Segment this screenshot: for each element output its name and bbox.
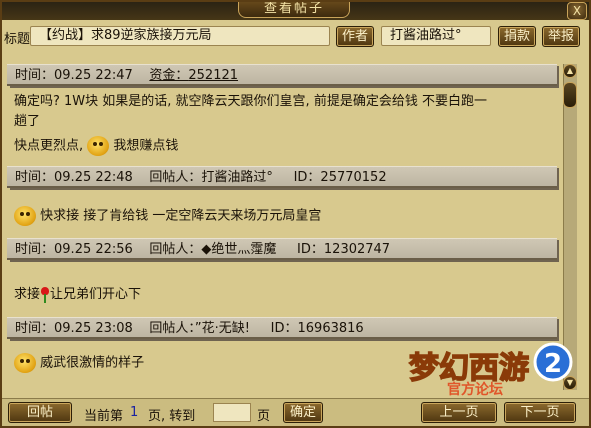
post-text-line: 快点更烈点, xyxy=(14,138,88,154)
post-body: 求接 让兄弟们开心下 xyxy=(14,285,141,305)
id-label: ID： xyxy=(293,170,321,185)
post-text-line: 趟了 xyxy=(14,114,41,129)
logo-text: 梦幻西游 xyxy=(409,351,529,386)
time-label: 时间： xyxy=(15,242,55,257)
fund-label[interactable]: 资金： xyxy=(149,68,188,83)
page-unit-label: 页 xyxy=(257,409,271,424)
post-text: 求接 xyxy=(14,287,41,302)
post-header: 时间：09.25 22:56 回帖人：◆绝世灬霪魔 ID：12302747 xyxy=(7,238,557,260)
post-header: 时间：09.25 22:47 资金：252121 xyxy=(7,64,557,86)
post-header: 时间：09.25 22:48 回帖人：打酱油路过° ID：25770152 xyxy=(7,166,557,188)
report-button[interactable]: 举报 xyxy=(542,26,580,47)
scroll-up-arrow-icon[interactable]: ▲ xyxy=(563,64,577,78)
confirm-button[interactable]: 确定 xyxy=(283,402,323,423)
close-icon: X xyxy=(572,4,582,18)
post-text: 威武很激情的样子 xyxy=(40,355,145,371)
reply-user-label: 回帖人： xyxy=(149,170,202,185)
reply-button[interactable]: 回帖 xyxy=(8,402,72,423)
smiley-face-icon xyxy=(14,206,36,226)
window-title: 查看帖子 xyxy=(238,2,350,18)
author-button[interactable]: 作者 xyxy=(336,26,374,47)
reply-user: 打酱油路过° xyxy=(201,170,273,185)
title-bar: 查看帖子 X xyxy=(2,2,589,20)
reply-user: ◆绝世灬霪魔 xyxy=(201,242,277,257)
rose-icon xyxy=(40,286,50,303)
post-time: 09.25 22:47 xyxy=(54,68,133,83)
post-time: 09.25 23:08 xyxy=(54,321,133,336)
post-body: 确定吗? 1W块 如果是的话, 就空降云天跟你们皇宫, 前提是确定会给钱 不要白… xyxy=(14,92,487,157)
fund-value: 252121 xyxy=(188,68,239,83)
reply-user: ”花·无缺! xyxy=(194,321,250,336)
user-id: 25770152 xyxy=(320,170,387,185)
reply-user-label: 回帖人： xyxy=(149,321,195,336)
post-text: 快求接 接了肯给钱 一定空降云天来场万元局皇宫 xyxy=(40,208,322,224)
post-viewer-window: 查看帖子 X 标题 【约战】求89逆家族接万元局 作者 打酱油路过° 捐款 举报… xyxy=(0,0,591,428)
post-time: 09.25 22:48 xyxy=(54,170,133,185)
time-label: 时间： xyxy=(15,68,55,83)
prev-page-button[interactable]: 上一页 xyxy=(421,402,497,423)
post-text: 让兄弟们开心下 xyxy=(50,287,142,302)
author-field: 打酱油路过° xyxy=(381,26,491,46)
post-time: 09.25 22:56 xyxy=(54,242,133,257)
page-number-input[interactable] xyxy=(213,403,251,422)
next-page-button[interactable]: 下一页 xyxy=(504,402,576,423)
post-header: 时间：09.25 23:08 回帖人：”花·无缺! ID：16963816 xyxy=(7,317,557,339)
logo-subtitle: 官方论坛 xyxy=(447,381,503,396)
current-page-label: 当前第 xyxy=(84,409,124,424)
post-body: 快求接 接了肯给钱 一定空降云天来场万元局皇宫 xyxy=(14,206,321,227)
smiley-face-icon xyxy=(14,353,36,373)
logo-number: 2 xyxy=(544,349,562,379)
post-body: 威武很激情的样子 xyxy=(14,353,144,374)
time-label: 时间： xyxy=(15,321,55,336)
post-text-line: 我想赚点钱 xyxy=(113,138,179,154)
subject-label: 标题 xyxy=(4,32,31,47)
user-id: 16963816 xyxy=(297,321,364,336)
scrollbar-thumb[interactable] xyxy=(563,82,577,108)
goto-page-label: 页, 转到 xyxy=(148,409,196,424)
time-label: 时间： xyxy=(15,170,55,185)
user-id: 12302747 xyxy=(323,242,391,257)
game-logo: 梦幻西游 2 官方论坛 xyxy=(408,342,573,396)
close-button[interactable]: X xyxy=(567,2,587,20)
id-label: ID： xyxy=(270,321,298,336)
subject-field: 【约战】求89逆家族接万元局 xyxy=(30,26,330,46)
id-label: ID： xyxy=(297,242,324,257)
donate-button[interactable]: 捐款 xyxy=(498,26,536,47)
smiley-face-icon xyxy=(87,136,110,156)
reply-user-label: 回帖人： xyxy=(149,242,202,257)
post-text-line: 确定吗? 1W块 如果是的话, 就空降云天跟你们皇宫, 前提是确定会给钱 不要白… xyxy=(14,94,487,109)
current-page-number: 1 xyxy=(130,405,139,420)
